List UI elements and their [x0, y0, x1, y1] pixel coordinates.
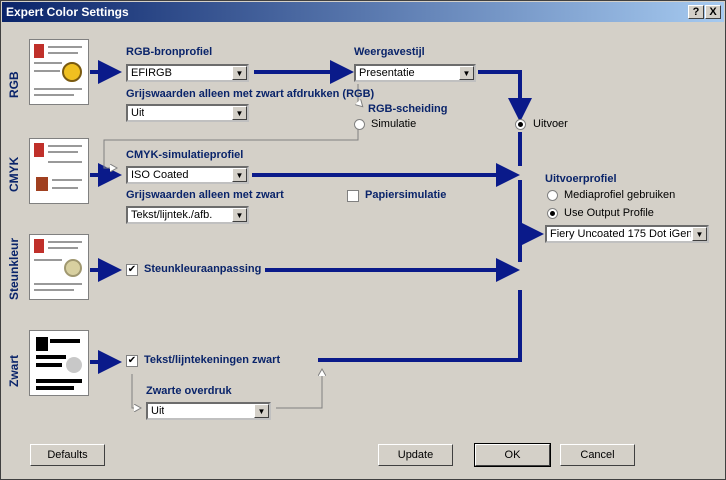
paper-simulation-checkbox[interactable] [347, 190, 359, 202]
black-overprint-label: Zwarte overdruk [146, 385, 232, 397]
rgb-gray-select[interactable]: Uit ▼ [126, 104, 249, 122]
rendering-style-value: Presentatie [359, 67, 415, 79]
spot-match-label: Steunkleuraanpassing [144, 263, 262, 275]
cmyk-sim-select[interactable]: ISO Coated ▼ [126, 166, 249, 184]
rgb-gray-value: Uit [131, 107, 145, 119]
simulation-label: Simulatie [371, 118, 417, 130]
chevron-down-icon[interactable]: ▼ [254, 404, 269, 418]
cmyk-sim-label: CMYK-simulatieprofiel [126, 149, 244, 161]
chevron-down-icon[interactable]: ▼ [232, 106, 247, 120]
rgb-document-thumbnail [29, 39, 89, 105]
paper-simulation-label: Papiersimulatie [365, 189, 447, 201]
output-profile-select[interactable]: Fiery Uncoated 175 Dot iGen3 ▼ [545, 225, 709, 243]
row-label-cmyk: CMYK [7, 156, 21, 192]
photo-icon [36, 177, 48, 191]
black-to-output-line [318, 290, 522, 362]
chevron-down-icon[interactable]: ▼ [692, 227, 707, 241]
rgb-source-select[interactable]: EFIRGB ▼ [126, 64, 249, 82]
spot-document-thumbnail [29, 234, 89, 300]
chevron-down-icon[interactable]: ▼ [232, 66, 247, 80]
black-document-thumbnail [29, 330, 89, 396]
chevron-down-icon[interactable]: ▼ [232, 208, 247, 222]
cancel-button[interactable]: Cancel [560, 444, 635, 466]
use-output-profile-radio[interactable] [547, 208, 558, 219]
output-label: Uitvoer [533, 118, 568, 130]
simulation-to-cmyk-arrow [103, 126, 359, 168]
sunflower-icon [62, 62, 82, 82]
rgb-gray-label: Grijswaarden alleen met zwart afdrukken … [126, 88, 375, 100]
use-output-profile-label: Use Output Profile [564, 207, 654, 219]
row-label-black: Zwart [7, 354, 21, 387]
rgb-source-label: RGB-bronprofiel [126, 46, 213, 58]
flower-icon [64, 259, 82, 277]
simulation-radio[interactable] [354, 119, 365, 130]
cmyk-gray-value: Tekst/lijntek./afb. [131, 209, 213, 221]
black-text-label: Tekst/lijntekeningen zwart [144, 354, 281, 366]
overprint-arrow-in [131, 374, 140, 408]
output-profile-value: Fiery Uncoated 175 Dot iGen3 [550, 228, 691, 240]
cmyk-sim-value: ISO Coated [131, 169, 189, 181]
rendering-to-output-arrow [478, 70, 532, 122]
black-overprint-select[interactable]: Uit ▼ [146, 402, 271, 420]
cmyk-gray-label: Grijswaarden alleen met zwart [126, 189, 284, 201]
ok-button[interactable]: OK [474, 443, 551, 467]
chevron-down-icon[interactable]: ▼ [459, 66, 474, 80]
update-button[interactable]: Update [378, 444, 453, 466]
row-label-rgb: RGB [7, 71, 21, 98]
black-overprint-value: Uit [151, 405, 165, 417]
output-radio[interactable] [515, 119, 526, 130]
chevron-down-icon[interactable]: ▼ [232, 168, 247, 182]
spot-match-checkbox[interactable]: ✔ [126, 264, 138, 276]
row-label-spot: Steunkleur [7, 237, 21, 300]
black-text-checkbox[interactable]: ✔ [126, 355, 138, 367]
rgb-source-value: EFIRGB [131, 67, 172, 79]
rendering-style-select[interactable]: Presentatie ▼ [354, 64, 476, 82]
rendering-style-label: Weergavestijl [354, 46, 425, 58]
media-profile-radio[interactable] [547, 190, 558, 201]
cmyk-gray-select[interactable]: Tekst/lijntek./afb. ▼ [126, 206, 249, 224]
defaults-button[interactable]: Defaults [30, 444, 105, 466]
overprint-arrow-out [276, 370, 322, 409]
rgb-separation-label: RGB-scheiding [368, 103, 448, 115]
output-profile-label: Uitvoerprofiel [545, 173, 617, 185]
media-profile-label: Mediaprofiel gebruiken [564, 189, 676, 201]
cmyk-document-thumbnail [29, 138, 89, 204]
